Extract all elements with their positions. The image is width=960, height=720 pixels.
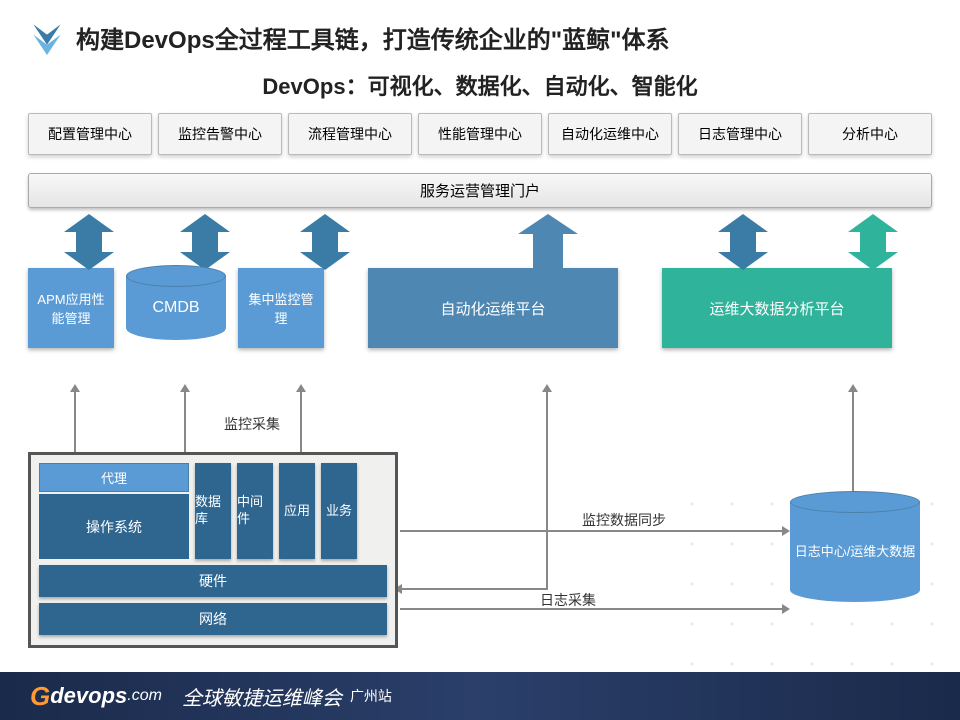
infra-business: 业务 — [321, 463, 357, 559]
arrow-auto-icon — [518, 214, 578, 272]
center-automation: 自动化运维中心 — [548, 113, 672, 155]
infra-application: 应用 — [279, 463, 315, 559]
infra-hardware: 硬件 — [39, 565, 387, 597]
platform-apm: APM应用性能管理 — [28, 268, 114, 348]
platform-bigdata: 运维大数据分析平台 — [662, 268, 892, 348]
label-monitor-collect: 监控采集 — [224, 414, 280, 434]
footer-brand-g: G — [30, 681, 50, 712]
log-database: 日志中心/运维大数据 — [790, 502, 920, 602]
footer-tagline: 全球敏捷运维峰会 — [182, 682, 342, 711]
arrow-bigdata-icon — [848, 214, 898, 270]
center-alert: 监控告警中心 — [158, 113, 282, 155]
infra-database: 数据库 — [195, 463, 231, 559]
center-performance: 性能管理中心 — [418, 113, 542, 155]
infra-agent: 代理 — [39, 463, 189, 492]
arrow-apm-icon — [64, 214, 114, 270]
footer-brand-rest: devops — [50, 683, 127, 709]
management-centers-row: 配置管理中心 监控告警中心 流程管理中心 性能管理中心 自动化运维中心 日志管理… — [0, 113, 960, 155]
arrow-cmdb-icon — [180, 214, 230, 270]
center-config: 配置管理中心 — [28, 113, 152, 155]
center-analysis: 分析中心 — [808, 113, 932, 155]
infra-os: 操作系统 — [39, 494, 189, 559]
logo-chevron-icon — [30, 21, 64, 55]
platform-automation: 自动化运维平台 — [368, 268, 618, 348]
footer-brand-com: .com — [127, 687, 162, 705]
arrow-log-icon — [718, 214, 768, 270]
arrow-monitor-icon — [300, 214, 350, 270]
slide-title: 构建DevOps全过程工具链，打造传统企业的"蓝鲸"体系 — [76, 20, 669, 55]
platform-monitor: 集中监控管理 — [238, 268, 324, 348]
portal-bar: 服务运营管理门户 — [28, 173, 932, 208]
infrastructure-box: 代理 操作系统 数据库 中间件 应用 业务 硬件 网络 — [28, 452, 398, 648]
slide-subtitle: DevOps：可视化、数据化、自动化、智能化 — [0, 65, 960, 113]
label-log-collect: 日志采集 — [540, 590, 596, 610]
center-log: 日志管理中心 — [678, 113, 802, 155]
label-monitor-sync: 监控数据同步 — [582, 510, 666, 530]
platform-cmdb: CMDB — [126, 276, 226, 340]
infra-middleware: 中间件 — [237, 463, 273, 559]
infra-network: 网络 — [39, 603, 387, 635]
footer-bar: G devops .com 全球敏捷运维峰会 广州站 — [0, 672, 960, 720]
center-process: 流程管理中心 — [288, 113, 412, 155]
footer-city: 广州站 — [350, 686, 392, 706]
